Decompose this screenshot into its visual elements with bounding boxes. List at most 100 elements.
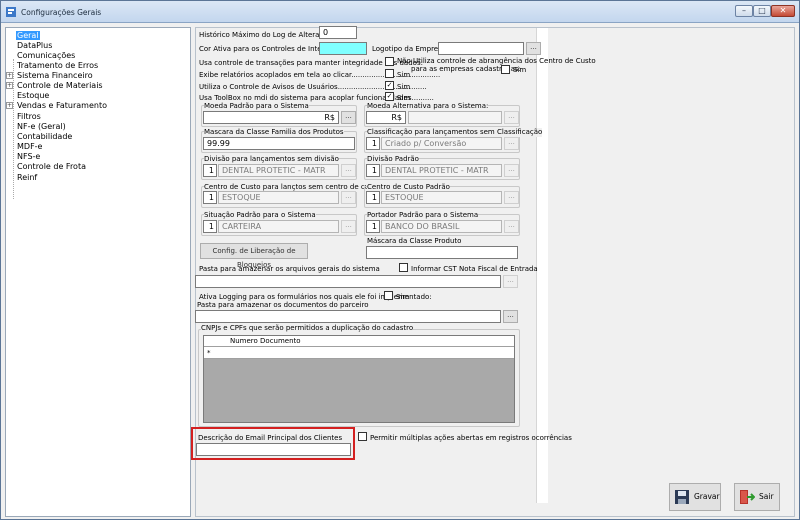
toolbox-checkbox[interactable]: ✓	[385, 92, 394, 101]
floppy-disk-icon	[675, 490, 689, 504]
pasta-parceiro-input[interactable]	[195, 310, 501, 323]
divisao-lanc-input[interactable]: DENTAL PROTETIC - MATR	[218, 164, 339, 177]
config-window: Configurações Gerais – □ ✕ Geral DataPlus…	[0, 0, 800, 520]
exibe-checkbox[interactable]	[385, 69, 394, 78]
informar-cst-label: Informar CST Nota Fiscal de Entrada	[411, 265, 538, 273]
multiplas-checkbox[interactable]	[358, 432, 367, 441]
mascara-input[interactable]: 99.99	[203, 137, 355, 150]
tree-item-nf-e-geral[interactable]: NF-e (Geral)	[16, 122, 67, 132]
tree-connector	[13, 59, 14, 199]
avisos-sim: Sim	[397, 83, 411, 91]
config-liberacao-button[interactable]: Config. de Liberação de Bloqueios	[200, 243, 308, 269]
category-tree[interactable]: Geral DataPlus Comunicações Tratamento de E…	[5, 27, 191, 517]
moeda-label: Moeda Padrão para o Sistema	[204, 102, 309, 111]
centro-padrao-num[interactable]: 1	[366, 191, 380, 204]
classificacao-browse-button[interactable]: ...	[504, 137, 519, 150]
situacao-num[interactable]: 1	[203, 220, 217, 233]
moeda-input[interactable]: R$	[203, 111, 339, 124]
mascara-produto-label: Máscara da Classe Produto	[367, 237, 462, 245]
centro-padrao-browse-button[interactable]: ...	[504, 191, 519, 204]
transacoes-checkbox[interactable]	[385, 57, 394, 66]
moeda-alt-desc[interactable]	[408, 111, 502, 124]
vertical-scrollbar[interactable]	[536, 28, 548, 503]
sair-button[interactable]: Sair	[734, 483, 780, 511]
pasta-arquivos-label: Pasta para amazenar os arquivos gerais d…	[199, 265, 380, 273]
pasta-arquivos-input[interactable]	[195, 275, 501, 288]
table-row[interactable]: *	[204, 347, 514, 359]
ativa-logging-checkbox[interactable]	[384, 291, 393, 300]
divisao-lanc-num[interactable]: 1	[203, 164, 217, 177]
centro-lanc-num[interactable]: 1	[203, 191, 217, 204]
mascara-produto-input[interactable]	[366, 246, 518, 259]
grid-header: Numero Documento	[204, 336, 514, 347]
logotipo-input[interactable]	[438, 42, 524, 55]
portador-input[interactable]: BANCO DO BRASIL	[381, 220, 502, 233]
ativa-logging-sim: Sim	[396, 293, 410, 301]
classificacao-input[interactable]: Criado p/ Conversão	[381, 137, 502, 150]
centro-padrao-input[interactable]: ESTOQUE	[381, 191, 502, 204]
situacao-browse-button[interactable]: ...	[341, 220, 356, 233]
window-title: Configurações Gerais	[21, 8, 102, 17]
divisao-lanc-label: Divisão para lançamentos sem divisão	[204, 155, 339, 164]
tree-item-nfs-e[interactable]: NFS-e	[16, 152, 41, 162]
moeda-alt-browse-button[interactable]: ...	[504, 111, 519, 124]
expand-icon[interactable]: +	[6, 102, 13, 109]
tree-item-controle-de-materiais[interactable]: + Controle de Materiais	[6, 81, 104, 91]
tree-item-reinf[interactable]: Reinf	[16, 173, 38, 183]
portador-label: Portador Padrão para o Sistema	[367, 211, 479, 220]
informar-cst-checkbox[interactable]	[399, 263, 408, 272]
grid-header-numero: Numero Documento	[230, 337, 301, 345]
minimize-button[interactable]: –	[735, 5, 753, 17]
tree-item-label: Tratamento de Erros	[17, 61, 99, 70]
divisao-lanc-browse-button[interactable]: ...	[341, 164, 356, 177]
tree-item-sistema-financeiro[interactable]: + Sistema Financeiro	[6, 71, 94, 81]
historico-label: Histórico Máximo do Log de Alterações:	[199, 31, 338, 39]
tree-item-label: Controle de Frota	[17, 162, 86, 171]
tree-item-geral[interactable]: Geral	[16, 31, 40, 41]
classificacao-num[interactable]: 1	[366, 137, 380, 150]
centro-lanc-browse-button[interactable]: ...	[341, 191, 356, 204]
tree-item-label: Comunicações	[17, 51, 76, 60]
portador-num[interactable]: 1	[366, 220, 380, 233]
tree-item-label: MDF-e	[17, 142, 43, 151]
title-bar: Configurações Gerais – □ ✕	[1, 1, 799, 23]
logotipo-browse-button[interactable]: ...	[526, 42, 541, 55]
tree-item-filtros[interactable]: Filtros	[16, 112, 42, 122]
grid-new-row-marker: *	[207, 349, 211, 357]
classificacao-label: Classificação para lançamentos sem Class…	[367, 128, 543, 137]
tree-item-label: NFS-e	[17, 152, 41, 161]
tree-item-contabilidade[interactable]: Contabilidade	[16, 132, 73, 142]
tree-item-vendas-e-faturamento[interactable]: + Vendas e Faturamento	[6, 101, 108, 111]
situacao-input[interactable]: CARTEIRA	[218, 220, 339, 233]
cnpj-grid[interactable]: Numero Documento *	[203, 335, 515, 423]
cor-ativa-swatch[interactable]	[319, 42, 367, 55]
expand-icon[interactable]: +	[6, 82, 13, 89]
nao-utiliza-checkbox[interactable]	[501, 65, 510, 74]
centro-lanc-input[interactable]: ESTOQUE	[218, 191, 339, 204]
tree-item-dataplus[interactable]: DataPlus	[16, 41, 53, 51]
divisao-padrao-browse-button[interactable]: ...	[504, 164, 519, 177]
tree-item-controle-de-frota[interactable]: Controle de Frota	[16, 162, 87, 172]
expand-icon[interactable]: +	[6, 72, 13, 79]
gravar-button[interactable]: Gravar	[669, 483, 721, 511]
tree-item-label: Estoque	[17, 91, 50, 100]
pasta-arquivos-browse-button[interactable]: ...	[503, 275, 518, 288]
maximize-button[interactable]: □	[753, 5, 771, 17]
tree-item-comunica-es[interactable]: Comunicações	[16, 51, 76, 61]
cnpj-group-label: CNPJs e CPFs que serão permitidos a dupl…	[201, 324, 414, 333]
historico-input[interactable]: 0	[319, 26, 357, 39]
portador-browse-button[interactable]: ...	[504, 220, 519, 233]
moeda-browse-button[interactable]: ...	[341, 111, 356, 124]
tree-item-estoque[interactable]: Estoque	[16, 91, 50, 101]
tree-item-mdf-e[interactable]: MDF-e	[16, 142, 43, 152]
nao-utiliza-sim: Sim	[513, 66, 527, 74]
logotipo-label: Logotipo da Empresa:	[372, 45, 449, 53]
avisos-checkbox[interactable]: ✓	[385, 81, 394, 90]
moeda-alt-input[interactable]: R$	[366, 111, 406, 124]
divisao-padrao-label: Divisão Padrão	[367, 155, 419, 164]
divisao-padrao-num[interactable]: 1	[366, 164, 380, 177]
divisao-padrao-input[interactable]: DENTAL PROTETIC - MATR	[381, 164, 502, 177]
tree-item-tratamento-de-erros[interactable]: Tratamento de Erros	[16, 61, 99, 71]
pasta-parceiro-browse-button[interactable]: ...	[503, 310, 518, 323]
close-button[interactable]: ✕	[771, 5, 795, 17]
